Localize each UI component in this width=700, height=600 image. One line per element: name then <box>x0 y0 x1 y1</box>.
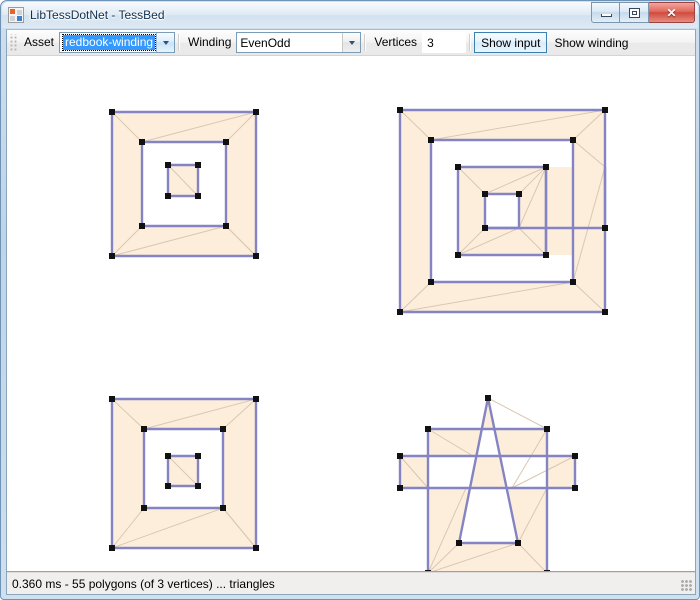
window-controls: ✕ <box>591 2 695 23</box>
minimize-button[interactable] <box>591 2 620 23</box>
shape-top-right-spiral-squares <box>397 107 608 315</box>
asset-combobox-value: redbook-winding <box>60 33 157 52</box>
toolbar-grip-icon[interactable] <box>10 34 17 51</box>
app-window: LibTessDotNet - TessBed ✕ Asset redbook-… <box>0 0 700 600</box>
window-title: LibTessDotNet - TessBed <box>30 8 165 22</box>
vertices-label: Vertices <box>374 35 418 49</box>
fill-evenodd-composite <box>400 398 575 571</box>
resize-grip-icon[interactable] <box>680 579 693 592</box>
status-text: 0.360 ms - 55 polygons (of 3 vertices) .… <box>12 576 275 591</box>
tessellation-canvas[interactable]: .fill { fill: #fdeedc; } .tri { fill: no… <box>7 56 695 572</box>
status-bar: 0.360 ms - 55 polygons (of 3 vertices) .… <box>7 572 695 594</box>
tessellation-svg: .fill { fill: #fdeedc; } .tri { fill: no… <box>109 107 608 571</box>
asset-combobox-arrow[interactable] <box>156 33 175 52</box>
asset-label: Asset <box>24 35 55 49</box>
winding-combobox-text: EvenOdd <box>240 35 291 50</box>
chevron-down-icon <box>162 40 169 45</box>
minimize-icon <box>601 14 612 17</box>
client-area: Asset redbook-winding Winding EvenOdd Ve… <box>6 29 696 595</box>
shape-bottom-right-square-rect-triangle <box>397 395 578 571</box>
winding-label: Winding <box>188 35 232 49</box>
asset-combobox-text: redbook-winding <box>62 34 157 51</box>
maximize-button[interactable] <box>620 2 649 23</box>
show-winding-label: Show winding <box>554 35 629 50</box>
app-icon <box>8 7 24 23</box>
shape-bottom-left-nested-squares <box>109 396 259 551</box>
vertices-input[interactable]: 3 <box>422 32 467 53</box>
winding-combobox-value: EvenOdd <box>237 33 342 52</box>
winding-combobox-arrow[interactable] <box>342 33 361 52</box>
toolbar-separator-1 <box>178 34 181 51</box>
toolbar-separator-3 <box>469 34 472 51</box>
maximize-icon <box>629 8 640 18</box>
toolbar: Asset redbook-winding Winding EvenOdd Ve… <box>7 30 695 56</box>
vertices-input-value: 3 <box>427 35 434 50</box>
close-icon: ✕ <box>666 6 677 20</box>
toolbar-separator-2 <box>364 34 367 51</box>
show-input-button[interactable]: Show input <box>474 32 548 53</box>
winding-combobox[interactable]: EvenOdd <box>236 32 362 53</box>
asset-combobox[interactable]: redbook-winding <box>59 32 176 53</box>
close-button[interactable]: ✕ <box>649 2 695 23</box>
show-winding-button[interactable]: Show winding <box>547 32 635 53</box>
chevron-down-icon <box>348 40 355 45</box>
show-input-label: Show input <box>481 35 541 50</box>
shape-top-left-nested-squares <box>109 109 259 259</box>
